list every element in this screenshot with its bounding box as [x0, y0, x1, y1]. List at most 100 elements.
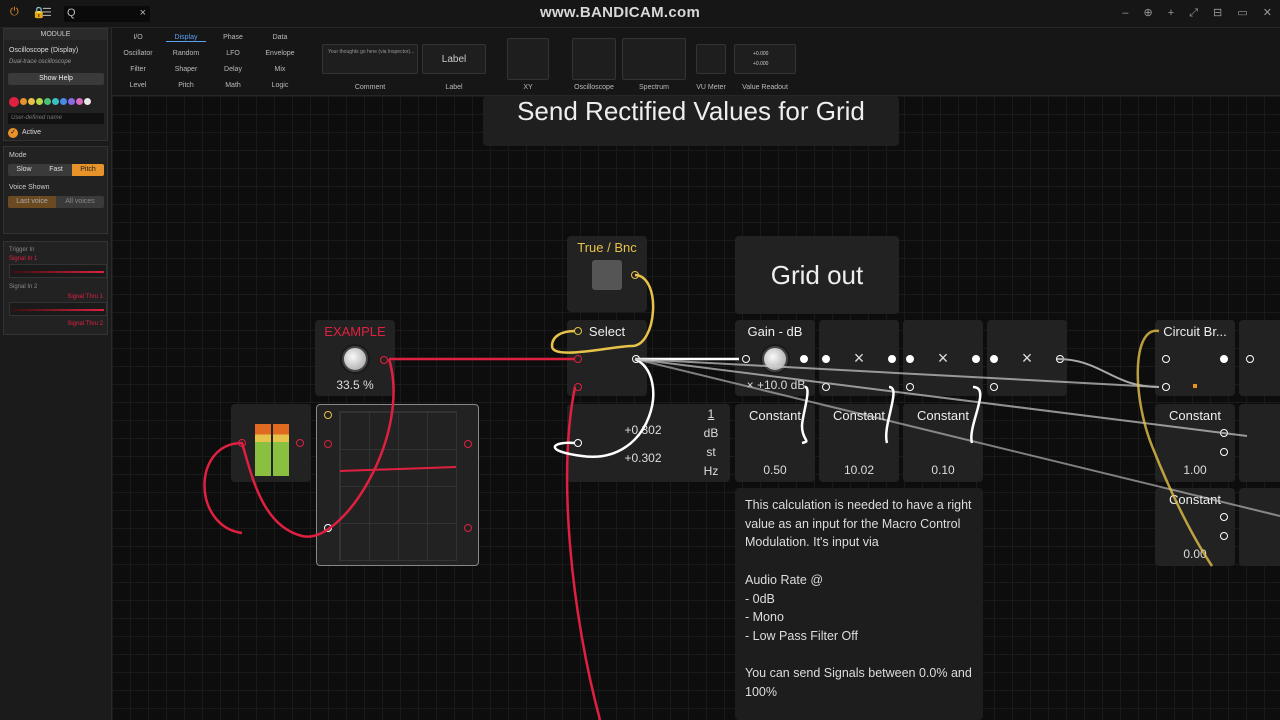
unit-st[interactable]: st	[699, 445, 723, 459]
color-swatch[interactable]	[76, 98, 83, 106]
readout-input[interactable]	[574, 439, 582, 447]
oscilloscope-tool[interactable]	[572, 38, 616, 80]
scope-in-2[interactable]	[324, 524, 332, 532]
true-bnc-module[interactable]: True / Bnc	[567, 236, 647, 312]
category-mix[interactable]: Mix	[260, 66, 300, 73]
circuit-breaker-module[interactable]: Circuit Br...	[1155, 320, 1235, 396]
constant-value[interactable]: 0.50	[735, 463, 815, 477]
constant-module-2[interactable]: Constant 10.02	[819, 404, 899, 482]
spectrum-tool[interactable]	[622, 38, 686, 80]
clipped-module[interactable]	[1239, 320, 1280, 396]
comment-note[interactable]: This calculation is needed to have a rig…	[735, 488, 983, 720]
search-input[interactable]: Q ×	[64, 6, 150, 22]
example-output[interactable]	[380, 356, 388, 364]
label-tool[interactable]: Label	[422, 44, 486, 74]
true-bnc-output[interactable]	[631, 271, 639, 279]
voice-selector[interactable]: Last voice All voices	[8, 196, 104, 208]
gain-module[interactable]: Gain - dB × +10.0 dB	[735, 320, 815, 396]
category-logic[interactable]: Logic	[260, 82, 300, 89]
toggle-button[interactable]	[592, 260, 622, 290]
mult1-in-b[interactable]	[822, 383, 830, 391]
constant-module-3[interactable]: Constant 0.10	[903, 404, 983, 482]
color-swatch[interactable]	[44, 98, 51, 106]
grid-out-label[interactable]: Grid out	[735, 236, 899, 314]
clipped-input[interactable]	[1246, 355, 1254, 363]
comment-tool[interactable]: Your thoughts go here (via Inspector)...	[322, 44, 418, 74]
category-envelope[interactable]: Envelope	[260, 50, 300, 57]
voice-all[interactable]: All voices	[56, 196, 104, 208]
color-swatch[interactable]	[68, 98, 75, 106]
category-level[interactable]: Level	[118, 82, 158, 89]
unit-db[interactable]: dB	[699, 426, 723, 440]
mult3-in-b[interactable]	[990, 383, 998, 391]
constant-module-5[interactable]: Constant 0.00	[1155, 488, 1235, 566]
category-lfo[interactable]: LFO	[213, 50, 253, 57]
constant-value[interactable]: 0.10	[903, 463, 983, 477]
mult2-in-b[interactable]	[906, 383, 914, 391]
mode-slow[interactable]: Slow	[8, 164, 40, 176]
category-pitch[interactable]: Pitch	[166, 82, 206, 89]
multiply-module-1[interactable]: ×	[819, 320, 899, 396]
value-readout-module[interactable]: +0.302 +0.302 1 dB st Hz	[567, 404, 730, 482]
show-help-button[interactable]: Show Help	[8, 73, 104, 85]
header-label[interactable]: Send Rectified Values for Grid	[483, 96, 899, 146]
mult3-in-a[interactable]	[990, 355, 998, 363]
patch-canvas[interactable]: Send Rectified Values for Grid True / Bn…	[112, 96, 1280, 720]
scope-thru-1[interactable]	[464, 440, 472, 448]
scope-trigger-in[interactable]	[324, 411, 332, 419]
example-knob[interactable]	[342, 346, 368, 372]
constant5-port-b[interactable]	[1220, 532, 1228, 540]
constant-module-1[interactable]: Constant 0.50	[735, 404, 815, 482]
vu-meter-tool[interactable]	[696, 44, 726, 74]
scope-in-1[interactable]	[324, 440, 332, 448]
circuit-in-a[interactable]	[1162, 355, 1170, 363]
unit-hz[interactable]: Hz	[699, 464, 723, 478]
constant-value[interactable]: 0.00	[1155, 547, 1235, 561]
color-swatch[interactable]	[84, 98, 91, 106]
constant4-port-b[interactable]	[1220, 448, 1228, 456]
category-data[interactable]: Data	[260, 34, 300, 41]
circuit-in-b[interactable]	[1162, 383, 1170, 391]
unit-1[interactable]: 1	[699, 407, 723, 421]
color-swatch[interactable]	[52, 98, 59, 106]
select-module[interactable]: Select	[567, 320, 647, 396]
select-control-in[interactable]	[574, 327, 582, 335]
active-toggle[interactable]: ✓ Active	[8, 128, 41, 138]
mult3-output[interactable]	[1056, 355, 1064, 363]
select-in-a[interactable]	[574, 355, 582, 363]
color-swatch[interactable]	[9, 96, 19, 107]
category-math[interactable]: Math	[213, 82, 253, 89]
mode-fast[interactable]: Fast	[40, 164, 72, 176]
select-in-b[interactable]	[574, 383, 582, 391]
value-readout-tool[interactable]: +0.000 +0.000	[734, 44, 796, 74]
category-filter[interactable]: Filter	[118, 66, 158, 73]
example-module[interactable]: EXAMPLE 33.5 %	[315, 320, 395, 396]
multiply-module-2[interactable]: ×	[903, 320, 983, 396]
constant4-port-a[interactable]	[1220, 429, 1228, 437]
mult1-in-a[interactable]	[822, 355, 830, 363]
constant-value[interactable]: 1.00	[1155, 463, 1235, 477]
menu-icon[interactable]: ☰	[42, 6, 52, 19]
scope-thru-2[interactable]	[464, 524, 472, 532]
color-picker[interactable]	[9, 93, 92, 107]
user-defined-name-input[interactable]: User-defined name	[8, 113, 104, 124]
constant5-port-a[interactable]	[1220, 513, 1228, 521]
category-oscillator[interactable]: Oscillator	[118, 50, 158, 57]
category-io[interactable]: I/O	[118, 34, 158, 41]
color-swatch[interactable]	[36, 98, 43, 106]
mult1-output[interactable]	[888, 355, 896, 363]
category-delay[interactable]: Delay	[213, 66, 253, 73]
constant-value[interactable]: 10.02	[819, 463, 899, 477]
color-swatch[interactable]	[20, 98, 27, 106]
gain-input[interactable]	[742, 355, 750, 363]
category-shaper[interactable]: Shaper	[166, 66, 206, 73]
mult2-in-a[interactable]	[906, 355, 914, 363]
oscilloscope-module[interactable]	[316, 404, 479, 566]
gain-output[interactable]	[800, 355, 808, 363]
voice-last[interactable]: Last voice	[8, 196, 56, 208]
power-icon[interactable]: ⏻	[10, 6, 19, 19]
gain-knob[interactable]	[762, 346, 788, 372]
mode-selector[interactable]: Slow Fast Pitch	[8, 164, 104, 176]
window-controls[interactable]: ‒ ⊕ + ⤢ ⊟ ▭ ✕	[1122, 6, 1272, 20]
constant-module-4[interactable]: Constant 1.00	[1155, 404, 1235, 482]
